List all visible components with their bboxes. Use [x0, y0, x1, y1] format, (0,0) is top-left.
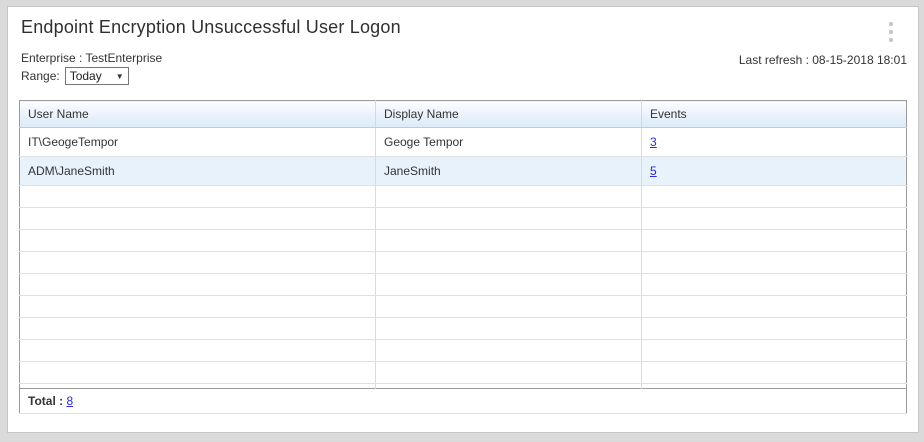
- empty-cell: [642, 274, 907, 296]
- empty-cell: [20, 362, 376, 384]
- empty-cell: [20, 230, 376, 252]
- empty-cell: [20, 318, 376, 340]
- empty-cell: [376, 274, 642, 296]
- table-empty-row: [20, 274, 907, 296]
- cell-user-name: ADM\JaneSmith: [20, 157, 376, 186]
- empty-cell: [642, 362, 907, 384]
- empty-cell: [20, 252, 376, 274]
- empty-cell: [376, 340, 642, 362]
- page-title: Endpoint Encryption Unsuccessful User Lo…: [19, 17, 907, 38]
- empty-cell: [376, 186, 642, 208]
- empty-cell: [20, 340, 376, 362]
- empty-cell: [642, 296, 907, 318]
- widget-header: Endpoint Encryption Unsuccessful User Lo…: [19, 17, 907, 38]
- empty-cell: [642, 208, 907, 230]
- empty-cell: [20, 186, 376, 208]
- table-empty-row: [20, 362, 907, 384]
- table-empty-row: [20, 252, 907, 274]
- column-header-display-name[interactable]: Display Name: [376, 101, 642, 128]
- chevron-down-icon: ▼: [116, 72, 124, 81]
- table-body: IT\GeogeTemporGeoge Tempor 3 ADM\JaneSmith…: [20, 128, 907, 389]
- empty-cell: [642, 230, 907, 252]
- logon-table: User Name Display Name Events IT\GeogeTe…: [19, 100, 907, 414]
- range-select[interactable]: Today ▼: [65, 67, 129, 85]
- cell-events: 5: [642, 157, 907, 186]
- widget-panel: Endpoint Encryption Unsuccessful User Lo…: [7, 6, 919, 433]
- table-footer-row: Total : 8: [20, 389, 907, 414]
- kebab-dot: [889, 30, 893, 34]
- table-empty-row: [20, 296, 907, 318]
- kebab-menu-icon[interactable]: [883, 20, 899, 44]
- empty-cell: [642, 186, 907, 208]
- empty-cell: [642, 318, 907, 340]
- empty-cell: [642, 252, 907, 274]
- table-empty-row: [20, 208, 907, 230]
- column-header-events[interactable]: Events: [642, 101, 907, 128]
- table-empty-row: [20, 318, 907, 340]
- total-events-link[interactable]: 8: [66, 394, 73, 408]
- empty-cell: [376, 208, 642, 230]
- range-line: Range: Today ▼: [21, 67, 162, 85]
- table-row: ADM\JaneSmithJaneSmith 5: [20, 157, 907, 186]
- empty-cell: [20, 296, 376, 318]
- page-background: Endpoint Encryption Unsuccessful User Lo…: [0, 0, 924, 442]
- table-empty-row: [20, 340, 907, 362]
- empty-cell: [20, 208, 376, 230]
- table-row: IT\GeogeTemporGeoge Tempor 3: [20, 128, 907, 157]
- meta-left: Enterprise : TestEnterprise Range: Today…: [21, 51, 162, 85]
- enterprise-label: Enterprise : TestEnterprise: [21, 51, 162, 65]
- last-refresh-label: Last refresh : 08-15-2018 18:01: [739, 53, 907, 67]
- empty-cell: [20, 274, 376, 296]
- empty-cell: [376, 230, 642, 252]
- table-empty-row: [20, 186, 907, 208]
- table-header-row: User Name Display Name Events: [20, 101, 907, 128]
- cell-display-name: JaneSmith: [376, 157, 642, 186]
- cell-events: 3: [642, 128, 907, 157]
- total-label: Total :: [28, 394, 63, 408]
- events-link[interactable]: 5: [650, 164, 657, 178]
- events-link[interactable]: 3: [650, 135, 657, 149]
- range-label: Range:: [21, 69, 60, 83]
- column-header-user-name[interactable]: User Name: [20, 101, 376, 128]
- empty-cell: [642, 340, 907, 362]
- table-empty-row: [20, 230, 907, 252]
- cell-user-name: IT\GeogeTempor: [20, 128, 376, 157]
- empty-cell: [376, 318, 642, 340]
- kebab-dot: [889, 22, 893, 26]
- range-select-value: Today: [70, 69, 102, 83]
- kebab-dot: [889, 38, 893, 42]
- empty-cell: [376, 362, 642, 384]
- cell-display-name: Geoge Tempor: [376, 128, 642, 157]
- empty-cell: [376, 252, 642, 274]
- meta-row: Enterprise : TestEnterprise Range: Today…: [19, 51, 907, 85]
- empty-cell: [376, 296, 642, 318]
